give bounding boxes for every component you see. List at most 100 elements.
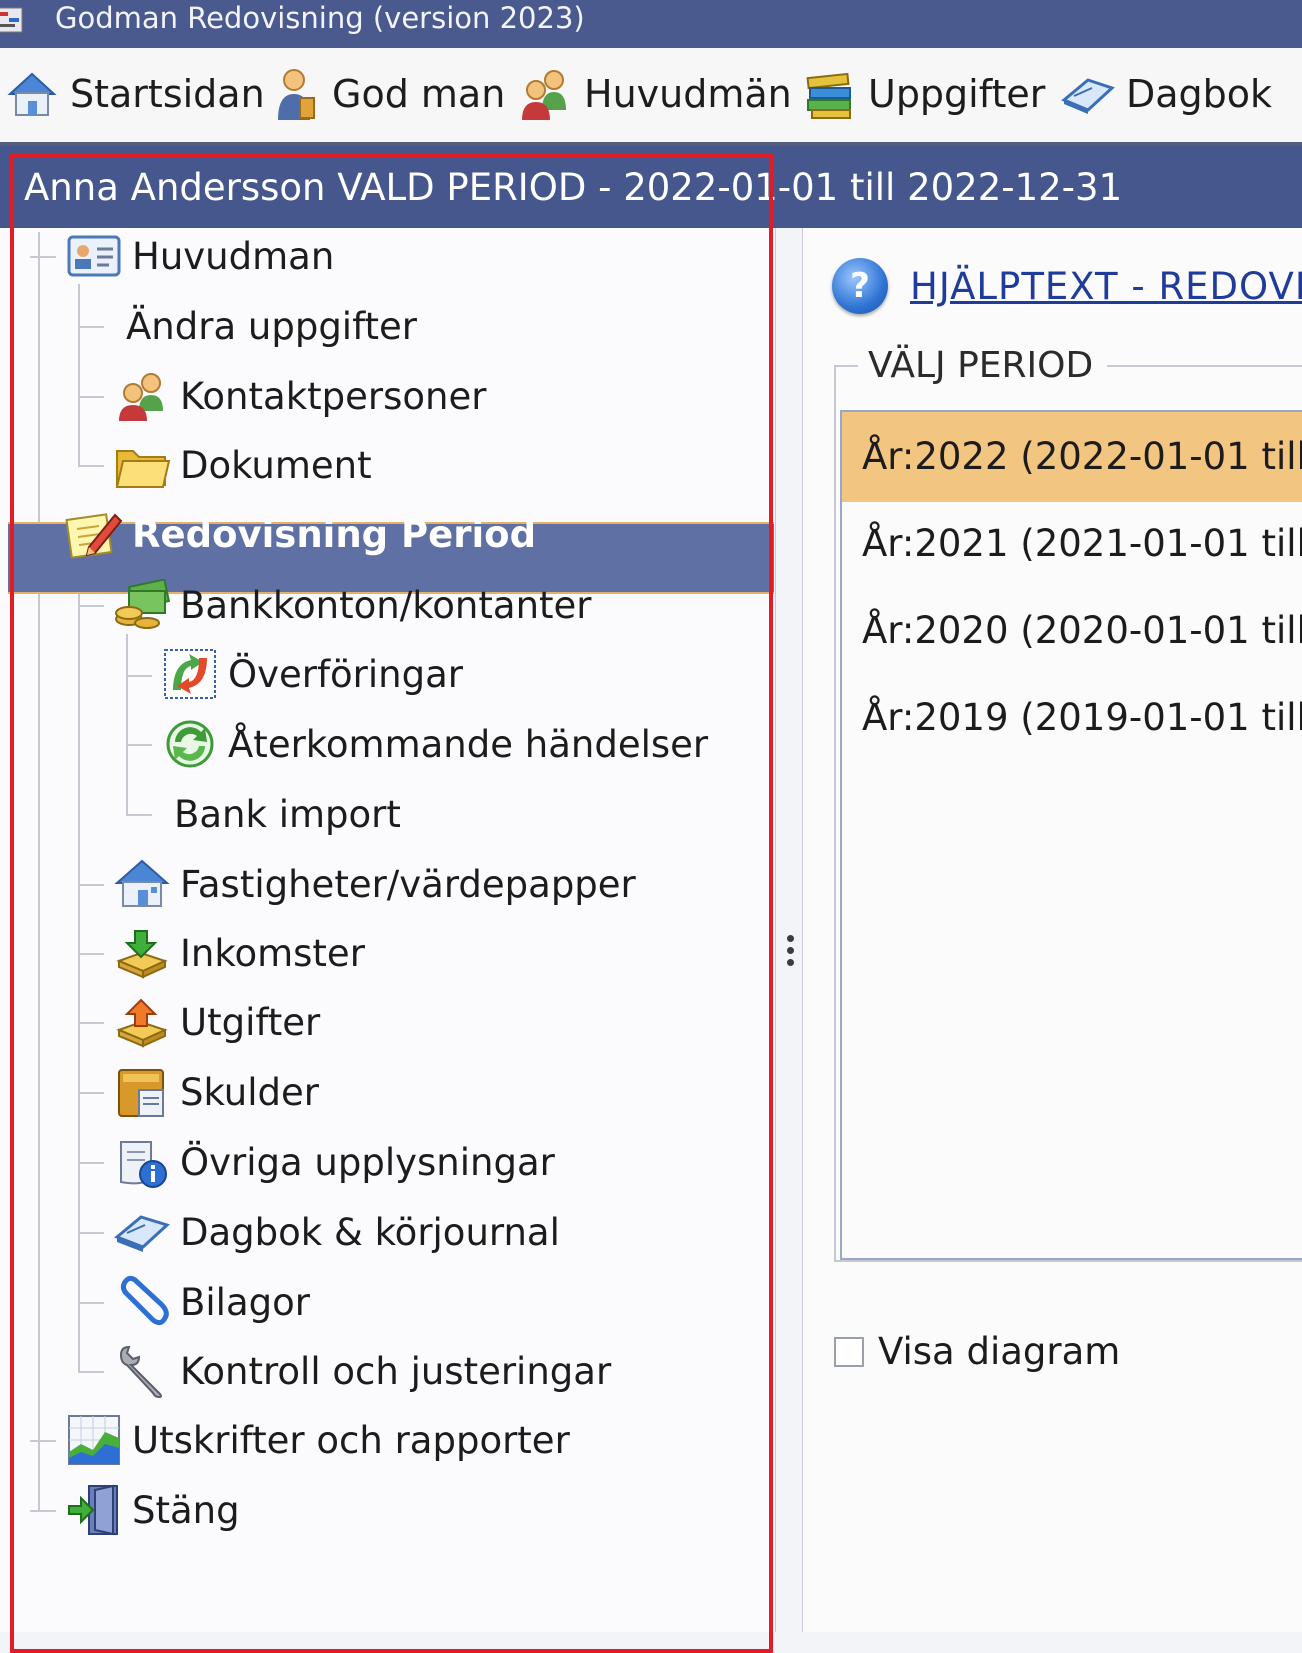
- tree-guide-line: [38, 232, 40, 1512]
- tree-item-inkomster[interactable]: Inkomster: [112, 922, 365, 984]
- app-icon: [0, 7, 23, 33]
- tree-guide-line: [30, 1510, 56, 1512]
- tree-item-label: Ändra uppgifter: [126, 304, 417, 348]
- period-list-item[interactable]: År:2022 (2022-01-01 till 2: [842, 412, 1302, 502]
- tree-guide-line: [78, 1302, 104, 1304]
- tree-item-label: Redovisning Period: [132, 512, 537, 556]
- tree-item-aterkommande-handelser[interactable]: Återkommande händelser: [160, 713, 708, 775]
- tree-item-ovriga-upplysningar[interactable]: Övriga upplysningar: [112, 1131, 555, 1193]
- tree-item-label: Bank import: [174, 792, 401, 836]
- tree-guide-line: [126, 675, 152, 677]
- tree-guide-line: [78, 284, 80, 466]
- expense-icon: [112, 993, 172, 1051]
- tree-item-stang[interactable]: Stäng: [64, 1479, 240, 1541]
- period-list-item[interactable]: År:2021 (2021-01-01 till 2: [842, 499, 1302, 589]
- tree-item-fastigheter[interactable]: Fastigheter/värdepapper: [112, 853, 636, 915]
- toolbar-startsidan-button[interactable]: Startsidan: [4, 64, 265, 124]
- window-title: Godman Redovisning (version 2023): [55, 1, 585, 35]
- tree-guide-line: [78, 1232, 104, 1234]
- tree-guide-line: [78, 565, 80, 1373]
- tree-guide-line: [78, 465, 104, 467]
- tree-item-label: Skulder: [180, 1070, 319, 1114]
- debt-icon: [112, 1063, 172, 1121]
- report-chart-icon: [64, 1411, 124, 1469]
- money-icon: [112, 576, 172, 634]
- show-chart-label: Visa diagram: [878, 1330, 1121, 1373]
- toolbar-uppgifter-button[interactable]: Uppgifter: [802, 64, 1045, 124]
- tree-item-dagbok-korjournal[interactable]: Dagbok & körjournal: [112, 1201, 560, 1263]
- panel-splitter[interactable]: [786, 935, 796, 971]
- folder-icon: [112, 436, 172, 494]
- tree-item-bankkonton[interactable]: Bankkonton/kontanter: [112, 574, 592, 636]
- tree-item-overforingar[interactable]: Överföringar: [160, 643, 463, 705]
- diary-icon: [1061, 78, 1115, 114]
- tree-item-label: Överföringar: [228, 652, 463, 696]
- tree-guide-line: [126, 634, 128, 814]
- tree-guide-line: [78, 953, 104, 955]
- period-header-text: Anna Andersson VALD PERIOD - 2022-01-01 …: [24, 166, 1123, 209]
- show-chart-checkbox[interactable]: [834, 1336, 864, 1367]
- main-toolbar: Startsidan God man Huvudmän Uppgifter Da…: [0, 48, 1302, 146]
- income-icon: [112, 924, 172, 982]
- tree-item-label: Stäng: [132, 1488, 240, 1532]
- toolbar-huvudman-button[interactable]: Huvudmän: [516, 64, 792, 124]
- tree-item-bank-import[interactable]: Bank import: [174, 783, 401, 845]
- tree-item-utgifter[interactable]: Utgifter: [112, 991, 320, 1053]
- tree-guide-line: [30, 1440, 56, 1442]
- tree-item-label: Bankkonton/kontanter: [180, 583, 592, 627]
- paperclip-icon: [112, 1273, 172, 1331]
- exit-door-icon: [64, 1481, 124, 1539]
- tree-guide-line: [126, 814, 152, 816]
- period-header: Anna Andersson VALD PERIOD - 2022-01-01 …: [0, 146, 1302, 228]
- tree-guide-line: [30, 256, 56, 258]
- tree-item-bilagor[interactable]: Bilagor: [112, 1271, 310, 1333]
- toolbar-god-man-button[interactable]: God man: [270, 64, 505, 124]
- title-bar: Godman Redovisning (version 2023): [0, 0, 1302, 48]
- tree-item-label: Utskrifter och rapporter: [132, 1418, 570, 1462]
- tree-item-label: Utgifter: [180, 1000, 321, 1044]
- contacts-icon: [112, 367, 172, 425]
- tree-guide-line: [78, 605, 104, 607]
- help-icon: ?: [832, 258, 888, 314]
- tree-item-dokument[interactable]: Dokument: [112, 434, 372, 496]
- pencil-note-icon: [64, 505, 124, 563]
- recycle-icon: [160, 715, 220, 773]
- tree-item-redovisning-period[interactable]: Redovisning Period: [64, 503, 536, 565]
- tree-guide-line: [78, 396, 104, 398]
- tree-item-label: Kontroll och justeringar: [180, 1349, 612, 1393]
- tree-guide-line: [126, 744, 152, 746]
- help-link[interactable]: ? HJÄLPTEXT - REDOVIS: [832, 258, 1302, 314]
- tree-item-andra-uppgifter[interactable]: Ändra uppgifter: [126, 295, 417, 357]
- period-list-item[interactable]: År:2020 (2020-01-01 till 2: [842, 586, 1302, 676]
- tree-item-kontroll-justeringar[interactable]: Kontroll och justeringar: [112, 1340, 611, 1402]
- tree-item-utskrifter-rapporter[interactable]: Utskrifter och rapporter: [64, 1409, 570, 1471]
- period-list-item[interactable]: År:2019 (2019-01-01 till 2: [842, 673, 1302, 763]
- period-groupbox-title: VÄLJ PERIOD: [858, 345, 1108, 386]
- tree-guide-line: [78, 1022, 104, 1024]
- tree-item-label: Bilagor: [180, 1280, 310, 1324]
- tree-item-huvudman[interactable]: Huvudman: [64, 225, 334, 287]
- guardian-icon: [278, 69, 315, 120]
- tree-guide-line: [78, 884, 104, 886]
- tree-item-kontaktpersoner[interactable]: Kontaktpersoner: [112, 365, 486, 427]
- house-icon: [112, 855, 172, 913]
- tree-guide-line: [78, 1371, 104, 1373]
- tree-item-label: Kontaktpersoner: [180, 374, 487, 418]
- tree-guide-line: [78, 1092, 104, 1094]
- help-link-text: HJÄLPTEXT - REDOVIS: [910, 264, 1302, 308]
- people-icon: [522, 70, 566, 120]
- transfer-icon: [160, 645, 220, 703]
- info-icon: [112, 1133, 172, 1191]
- show-chart-toggle[interactable]: Visa diagram: [834, 1330, 1120, 1373]
- tree-item-label: Huvudman: [132, 234, 335, 278]
- period-list[interactable]: År:2022 (2022-01-01 till 2 År:2021 (2021…: [840, 410, 1302, 1260]
- diary-icon: [112, 1203, 172, 1261]
- tree-guide-line: [78, 326, 104, 328]
- tree-item-skulder[interactable]: Skulder: [112, 1061, 319, 1123]
- tree-item-label: Inkomster: [180, 931, 365, 975]
- wrench-icon: [112, 1342, 172, 1400]
- tree-guide-line: [78, 1162, 104, 1164]
- tree-item-label: Fastigheter/värdepapper: [180, 862, 636, 906]
- toolbar-dagbok-button[interactable]: Dagbok: [1058, 64, 1272, 124]
- id-card-icon: [64, 227, 124, 285]
